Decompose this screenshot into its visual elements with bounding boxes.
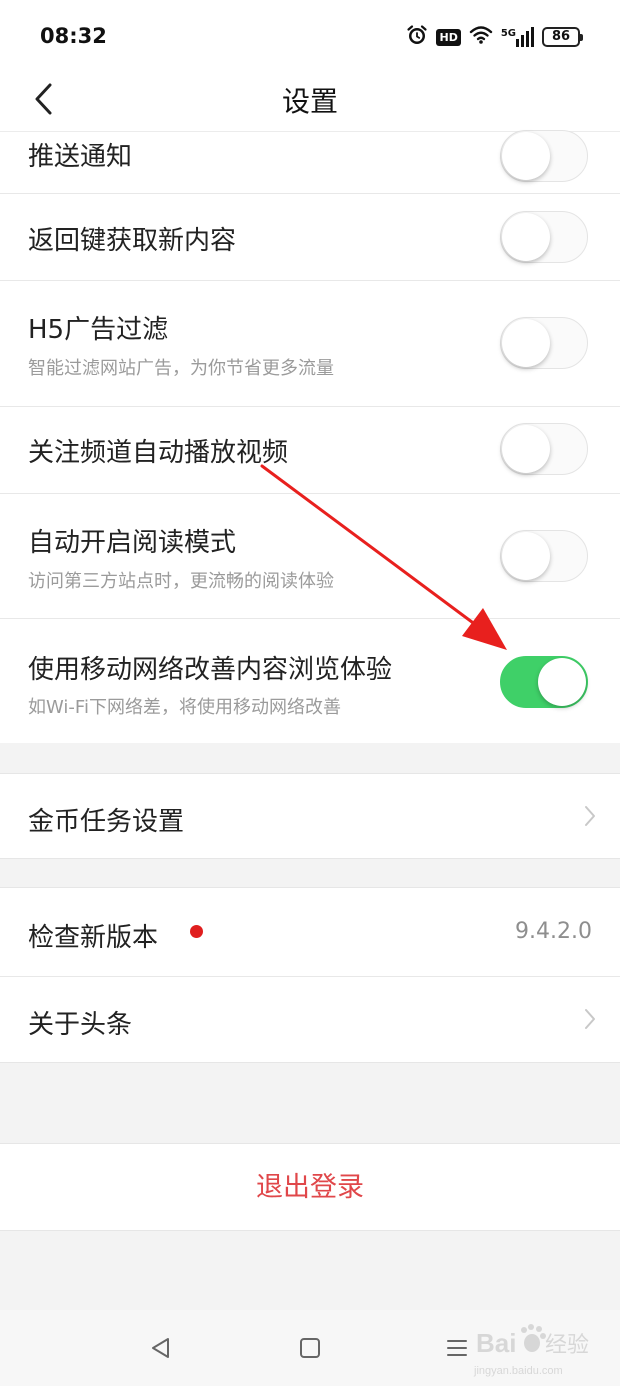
setting-title: H5广告过滤 [28, 315, 169, 345]
setting-row-mobile-network: 使用移动网络改善内容浏览体验 如Wi-Fi下网络差，将使用移动网络改善 [0, 619, 620, 743]
logout-button[interactable]: 退出登录 [0, 1143, 620, 1231]
about-label: 关于头条 [28, 1010, 133, 1040]
setting-title: 关注频道自动播放视频 [28, 438, 289, 468]
chevron-right-icon [585, 1009, 595, 1029]
system-menu-button[interactable] [441, 1332, 473, 1364]
about-row[interactable]: 关于头条 [0, 977, 620, 1063]
system-back-button[interactable] [145, 1332, 177, 1364]
check-update-label: 检查新版本 [28, 923, 159, 953]
network-type: 5G [500, 28, 516, 39]
toggle-knob [502, 532, 550, 580]
5g-signal-icon: 5G [501, 27, 534, 47]
setting-row-h5-ad-filter: H5广告过滤 智能过滤网站广告，为你节省更多流量 [0, 281, 620, 407]
setting-title: 返回键获取新内容 [28, 226, 237, 256]
toggle-knob [502, 425, 550, 473]
setting-row-reading-mode: 自动开启阅读模式 访问第三方站点时，更流畅的阅读体验 [0, 494, 620, 619]
coin-task-settings-label: 金币任务设置 [28, 807, 185, 837]
status-icons: HD 5G 86 [406, 24, 583, 50]
toggle-knob [538, 658, 586, 706]
menu-lines-icon [447, 1340, 467, 1356]
push-notifications-toggle[interactable] [500, 130, 588, 182]
toggle-knob [502, 132, 550, 180]
wifi-icon [469, 25, 493, 49]
back-refresh-toggle[interactable] [500, 211, 588, 263]
home-square-icon [300, 1338, 320, 1358]
setting-subtitle: 访问第三方站点时，更流畅的阅读体验 [28, 571, 334, 592]
setting-title: 使用移动网络改善内容浏览体验 [28, 655, 393, 685]
back-triangle-icon [152, 1338, 169, 1358]
app-info-group: 检查新版本 9.4.2.0 关于头条 [0, 887, 620, 1063]
status-bar: 08:32 HD 5G 86 [0, 0, 620, 70]
toggle-settings-group: 推送通知 返回键获取新内容 H5广告过滤 智能过滤网站广告，为你节省更多流量 关… [0, 130, 620, 743]
system-home-button[interactable] [294, 1332, 326, 1364]
hd-icon: HD [436, 28, 461, 46]
coin-task-settings-row[interactable]: 金币任务设置 [0, 774, 620, 860]
setting-subtitle: 如Wi-Fi下网络差，将使用移动网络改善 [28, 697, 341, 718]
page-title: 设置 [281, 85, 338, 118]
chevron-right-icon [585, 806, 595, 826]
mobile-network-toggle[interactable] [500, 656, 588, 708]
toggle-knob [502, 319, 550, 367]
setting-row-push-notifications: 推送通知 [0, 130, 620, 194]
alarm-icon [406, 24, 428, 50]
top-nav-bar: 设置 [0, 70, 620, 132]
status-time: 08:32 [40, 24, 107, 48]
version-number: 9.4.2.0 [515, 919, 592, 944]
new-version-dot [190, 925, 203, 938]
reading-mode-toggle[interactable] [500, 530, 588, 582]
autoplay-video-toggle[interactable] [500, 423, 588, 475]
system-nav-bar [0, 1310, 620, 1386]
setting-subtitle: 智能过滤网站广告，为你节省更多流量 [28, 358, 334, 379]
h5-ad-filter-toggle[interactable] [500, 317, 588, 369]
check-update-row[interactable]: 检查新版本 9.4.2.0 [0, 888, 620, 976]
setting-row-back-refresh: 返回键获取新内容 [0, 194, 620, 281]
setting-row-autoplay-video: 关注频道自动播放视频 [0, 407, 620, 494]
setting-title: 推送通知 [28, 142, 133, 172]
coin-settings-group: 金币任务设置 [0, 773, 620, 859]
toggle-knob [502, 213, 550, 261]
setting-title: 自动开启阅读模式 [28, 528, 237, 558]
battery-icon: 86 [542, 27, 583, 47]
